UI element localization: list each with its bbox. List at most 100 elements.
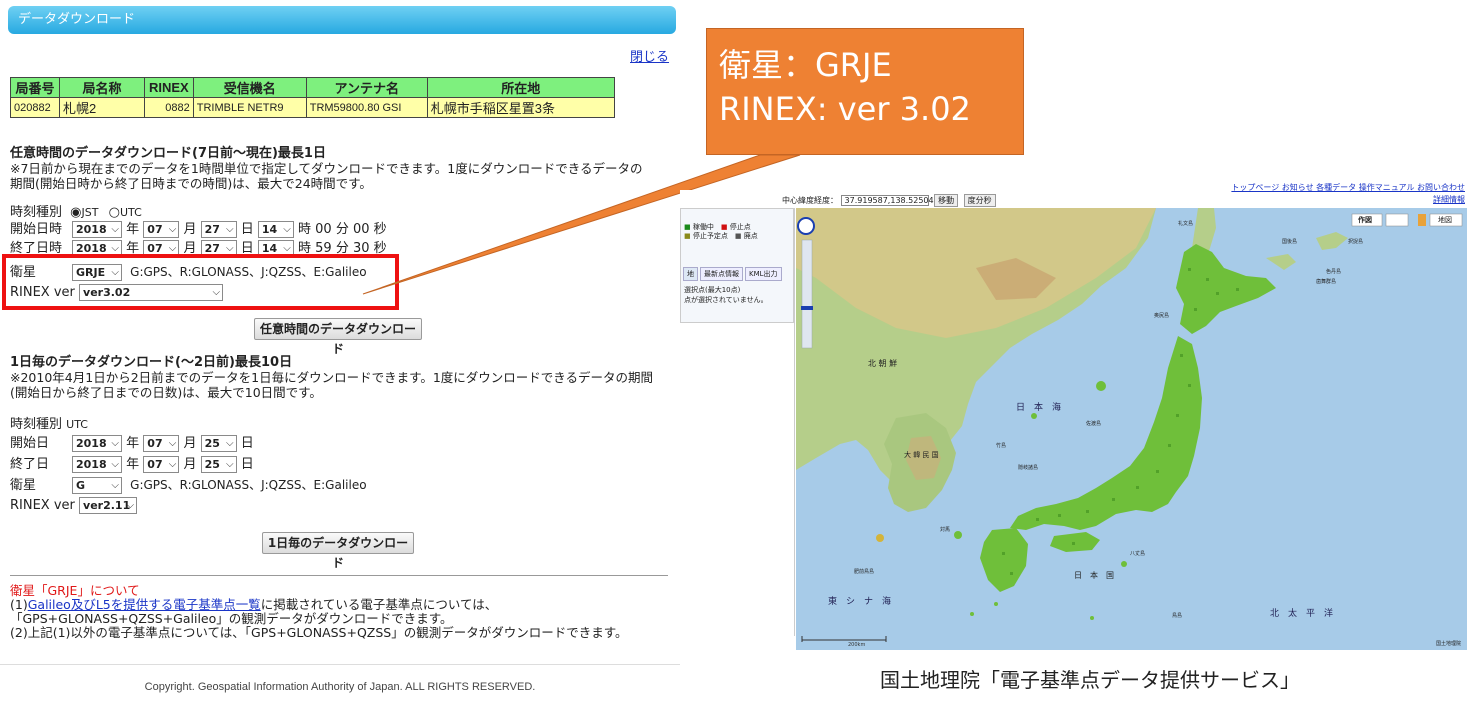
okushiri-label: 奥尻島 (1154, 313, 1170, 319)
section1-heading: 任意時間のデータダウンロード(7日前～現在)最長1日 (10, 146, 326, 161)
s2-sat-label: 衛星 (10, 478, 37, 493)
s2-sat-note: G:GPS、R:GLONASS、J:QZSS、E:Galileo (130, 478, 367, 492)
year-unit: 年 (126, 241, 140, 254)
source-caption: 国土地理院「電子基準点データ提供サービス」 (880, 668, 1300, 692)
japan-map[interactable]: 作図 地図 200km 日 本 海 東 シ ナ 海 北 太 平 洋 北 朝 鮮 … (796, 208, 1467, 650)
s1-end-hour-select[interactable]: 14 ⌵ (257, 240, 294, 254)
utc-radio[interactable]: ○UTC (109, 205, 142, 220)
torishima-label: 鳥島 (1172, 613, 1183, 619)
s2-end-day-select[interactable]: 25 ⌵ (200, 456, 237, 473)
chevron-down-icon: ⌵ (111, 480, 119, 491)
s2-time-type-value: UTC (66, 418, 88, 431)
move-button[interactable]: 移動 (934, 194, 959, 207)
callout-box: 衛星：GRJE RINEX: ver 3.02 (706, 28, 1024, 155)
map-side-panel: ■ 稼働中 ■ 停止点 ■ 停止予定点 ■ 廃点 地 最新点情報 KML出力 選… (680, 208, 795, 636)
s2-rinex-row: RINEX ver ver2.11 ⌵ (10, 497, 138, 515)
divider (10, 575, 668, 576)
dms-button[interactable]: 度分秒 (963, 194, 996, 207)
rebun-label: 礼文島 (1178, 221, 1194, 227)
east-china-sea-label: 東 シ ナ 海 (828, 597, 892, 607)
south-korea-label: 大 韓 民 国 (904, 451, 939, 459)
detail-link[interactable]: 詳細情報 (1433, 194, 1465, 205)
s1-time-type-label: 時刻種別 (10, 205, 63, 220)
table-row: 020882 札幌2 0882 TRIMBLE NETR9 TRM59800.8… (10, 97, 615, 118)
table-cell: 札幌市手稲区星置3条 (426, 97, 615, 118)
select-value: ver2.11 (83, 499, 131, 512)
table-cell: 札幌2 (59, 97, 145, 118)
s2-sat-select[interactable]: G ⌵ (72, 477, 122, 494)
s1-end-label: 終了日時 (10, 241, 63, 254)
s1-start-year-select[interactable]: 2018 ⌵ (72, 221, 122, 238)
legend-item: ■ 稼働中 ■ 停止点 (684, 223, 751, 231)
map-graphic (796, 208, 1463, 642)
select-value: 2018 (76, 242, 107, 254)
section2-desc1: ※2010年4月1日から2日前までのデータを1日毎にダウンロードできます。1度に… (10, 370, 654, 385)
panel-title-bar: データダウンロード (8, 6, 676, 34)
chevron-down-icon: ⌵ (168, 459, 177, 470)
s2-sat-row: 衛星 G ⌵ G:GPS、R:GLONASS、J:QZSS、E:Galileo (10, 476, 367, 494)
s2-time-type-row: 時刻種別 UTC (10, 416, 88, 434)
galileo-list-link[interactable]: Galileo及びL5を提供する電子基準点一覧 (28, 597, 261, 612)
s1-end-month-select[interactable]: 07 ⌵ (143, 240, 180, 254)
close-link[interactable]: 閉じる (630, 46, 669, 65)
col-header: 局名称 (59, 77, 145, 98)
select-value: 27 (204, 223, 220, 236)
col-header: 所在地 (426, 77, 615, 98)
legend-list: ■ 稼働中 ■ 停止点 ■ 停止予定点 ■ 廃点 (684, 223, 758, 241)
coord-bar: 中心緯度経度： 37.919587,138.525042 移動 度分秒 (782, 194, 996, 207)
chevron-down-icon: ⌵ (168, 243, 177, 254)
satellite-notes: 衛星「GRJE」について (1)Galileo及びL5を提供する電子基準点一覧に… (10, 584, 627, 640)
chevron-down-icon: ⌵ (283, 224, 291, 235)
s1-start-day-select[interactable]: 27 ⌵ (200, 221, 237, 238)
s1-end-day-select[interactable]: 27 ⌵ (200, 240, 237, 254)
legend-label: 稼働中 (692, 223, 714, 231)
s2-start-month-select[interactable]: 07 ⌵ (143, 435, 180, 452)
year-unit: 年 (126, 457, 140, 472)
s2-end-year-select[interactable]: 2018 ⌵ (72, 456, 122, 473)
day-unit: 日 (240, 436, 254, 451)
tab-map[interactable]: 地 (683, 267, 698, 281)
draw-button[interactable]: 作図 (1358, 215, 1372, 225)
panel-text1: 選択点(最大10点) (684, 286, 741, 294)
section2-heading: 1日毎のデータダウンロード(～2日前)最長10日 (10, 355, 293, 370)
legend-label: 廃点 (743, 232, 758, 240)
select-value: G (76, 479, 86, 492)
oki-label: 隠岐諸島 (1018, 465, 1039, 471)
month-unit: 月 (183, 457, 197, 472)
legend-label: 停止予定点 (692, 232, 728, 240)
gsi-credit: 国土地理院 (1436, 641, 1462, 647)
select-value: 2018 (76, 437, 107, 450)
s1-time-type-row: 時刻種別 ◉JST ○UTC (10, 204, 142, 222)
s1-end-year-select[interactable]: 2018 ⌵ (72, 240, 122, 254)
chevron-down-icon: ⌵ (226, 438, 234, 449)
select-value: 25 (204, 437, 220, 450)
chevron-down-icon: ⌵ (111, 438, 119, 449)
s1-start-month-select[interactable]: 07 ⌵ (143, 221, 180, 238)
chevron-down-icon: ⌵ (168, 438, 177, 449)
top-nav-links[interactable]: トップページ お知らせ 各種データ 操作マニュアル お問い合わせ (1231, 182, 1465, 193)
year-unit: 年 (126, 222, 140, 237)
select-value: 14 (261, 223, 278, 236)
daily-download-button[interactable]: 1日毎のデータダウンロード (262, 532, 414, 570)
table-header-row: 局番号 局名称 RINEX 受信機名 アンテナ名 所在地 (10, 77, 615, 98)
tab-kml[interactable]: KML出力 (745, 267, 782, 281)
s2-rinex-select[interactable]: ver2.11 ⌵ (79, 497, 138, 514)
table-cell: 0882 (144, 97, 194, 118)
jst-radio[interactable]: ◉JST (70, 205, 98, 220)
month-unit: 月 (183, 241, 197, 254)
day-unit: 日 (240, 457, 254, 472)
s2-start-day-select[interactable]: 25 ⌵ (200, 435, 237, 452)
jst-label: JST (81, 206, 99, 219)
coord-label: 中心緯度経度： (782, 196, 838, 205)
chevron-down-icon: ⌵ (111, 224, 119, 235)
select-value: 27 (204, 242, 220, 254)
s1-start-hour-select[interactable]: 14 ⌵ (257, 221, 294, 238)
tab-latest[interactable]: 最新点情報 (700, 267, 743, 281)
map-button[interactable]: 地図 (1438, 215, 1452, 225)
notes-line3: (2)上記(1)以外の電子基準点については、「GPS+GLONASS+QZSS」… (10, 625, 628, 640)
coord-input[interactable]: 37.919587,138.525042 (840, 195, 939, 206)
arbitrary-download-button[interactable]: 任意時間のデータダウンロード (254, 318, 422, 356)
s2-start-year-select[interactable]: 2018 ⌵ (72, 435, 122, 452)
s2-end-month-select[interactable]: 07 ⌵ (143, 456, 180, 473)
select-value: 07 (147, 242, 163, 254)
